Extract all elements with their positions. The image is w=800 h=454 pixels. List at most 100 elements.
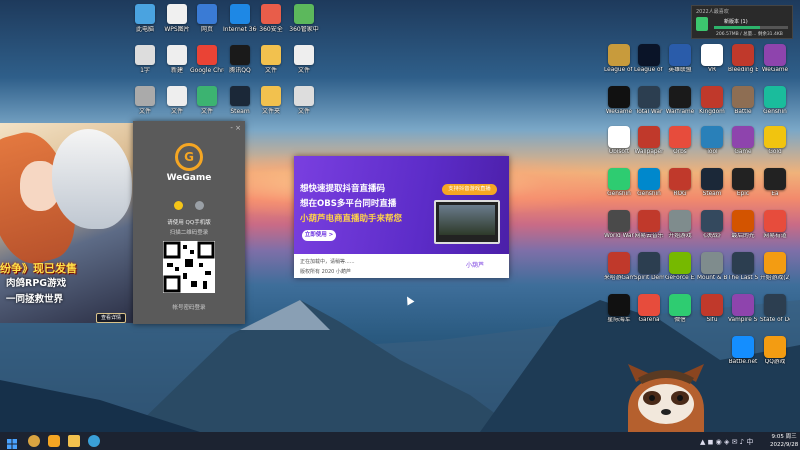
download-notification[interactable]: 2022人最喜欢 新版本 (1) 206.57MB / 总量... 剩余31.4… bbox=[691, 5, 793, 39]
desktop-icon[interactable]: ROG bbox=[665, 168, 695, 198]
desktop-icon[interactable]: GeForce Experience bbox=[665, 252, 695, 282]
desktop-icon[interactable]: Genshin bbox=[760, 86, 790, 116]
desktop-icon-label: 网页 bbox=[200, 26, 213, 33]
desktop-icon[interactable]: Orbs bbox=[665, 126, 695, 156]
desktop-icon[interactable]: 文件 bbox=[160, 86, 194, 115]
desktop-icon[interactable]: Epic bbox=[728, 168, 758, 198]
desktop-icon[interactable]: 《决战》 bbox=[697, 210, 727, 240]
desktop-icon[interactable]: Genshin bbox=[634, 168, 664, 198]
app-icon bbox=[167, 45, 187, 65]
desktop-icon[interactable]: Google Chrome bbox=[190, 45, 224, 74]
desktop-icon[interactable]: Genshin bbox=[604, 168, 634, 198]
desktop-icon[interactable]: 360管家中 bbox=[287, 4, 321, 33]
desktop-icon[interactable]: WeGame bbox=[760, 44, 790, 74]
desktop-icon-label: QQ游戏 bbox=[764, 359, 786, 365]
desktop-icon[interactable]: 文件 bbox=[287, 86, 321, 115]
desktop-icon[interactable]: Vampire Survivors bbox=[728, 294, 758, 324]
desktop-icon[interactable]: State of Decay 2 bbox=[760, 294, 790, 324]
desktop-icon[interactable]: 1字 bbox=[128, 45, 162, 74]
banner-details-button[interactable]: 查看详情 bbox=[96, 313, 126, 323]
qq-icon[interactable] bbox=[174, 201, 184, 210]
desktop-icon[interactable]: Internet 3600浏览 bbox=[223, 4, 257, 33]
desktop-icon[interactable]: WeGame bbox=[604, 86, 634, 116]
app-icon bbox=[608, 210, 630, 232]
loading-text: 正在加载中，请稍等...... bbox=[300, 259, 355, 265]
app-icon bbox=[764, 86, 786, 108]
desktop-icon[interactable]: 文件 bbox=[287, 45, 321, 74]
app-icon bbox=[197, 4, 217, 24]
desktop-icon[interactable]: Mount & Blade bbox=[697, 252, 727, 282]
desktop-icon[interactable]: 最后的光 bbox=[728, 210, 758, 240]
notification-name: 新版本 (1) bbox=[724, 19, 748, 25]
desktop-icon[interactable]: Ea bbox=[760, 168, 790, 198]
app-icon bbox=[230, 45, 250, 65]
app-icon bbox=[701, 44, 723, 66]
desktop-icon[interactable]: 英雄联盟 bbox=[665, 44, 695, 74]
desktop-icon[interactable]: VR bbox=[697, 44, 727, 74]
app-icon bbox=[638, 294, 660, 316]
desktop-icon-label: Vampire Survivors bbox=[728, 317, 758, 323]
desktop-icon[interactable]: 网页 bbox=[190, 4, 224, 33]
desktop-icon[interactable]: 微信 bbox=[665, 294, 695, 324]
desktop-icon[interactable]: 星际海军 bbox=[604, 294, 634, 324]
app-icon bbox=[638, 168, 660, 190]
desktop-icon[interactable]: Total War bbox=[634, 86, 664, 116]
desktop-icon[interactable]: 腾讯QQ bbox=[223, 45, 257, 74]
desktop-icon[interactable]: Ubisoft bbox=[604, 126, 634, 156]
desktop-icon[interactable]: Spirit Demons bbox=[634, 252, 664, 282]
desktop-icon[interactable]: Garena bbox=[634, 294, 664, 324]
desktop-icon[interactable]: Tool bbox=[697, 126, 727, 156]
tray-icons[interactable]: ▲ ◼ ◉ ◈ ✉ ♪ 中 bbox=[700, 437, 753, 447]
wegame-login-window[interactable]: - × G WeGame 请使用 QQ手机版 扫描二维码登录 帐号密码登录 bbox=[133, 121, 245, 324]
desktop-icon[interactable]: 新建 bbox=[160, 45, 194, 74]
desktop-icon[interactable]: Steam bbox=[697, 168, 727, 198]
desktop-icon[interactable]: The Last Stand bbox=[728, 252, 758, 282]
desktop-icon[interactable]: Battle.net bbox=[728, 336, 758, 366]
taskbar-folder-icon[interactable] bbox=[68, 435, 80, 447]
taskbar-app-icon-2[interactable] bbox=[88, 435, 100, 447]
desktop-icon[interactable]: 360安全 bbox=[254, 4, 288, 33]
desktop-icon[interactable]: Wallpaper bbox=[634, 126, 664, 156]
desktop-icon[interactable]: WPS图片 bbox=[160, 4, 194, 33]
start-button[interactable] bbox=[6, 435, 18, 449]
desktop-icon[interactable]: 网易云音乐 bbox=[634, 210, 664, 240]
login-hint-2: 扫描二维码登录 bbox=[169, 230, 209, 236]
desktop-icon-label: Genshin bbox=[763, 109, 787, 115]
desktop-icon[interactable]: Kingdom bbox=[697, 86, 727, 116]
desktop-icon[interactable]: 开始游戏(2) bbox=[760, 252, 790, 282]
taskbar-wegame-icon[interactable] bbox=[48, 435, 60, 447]
desktop-icon[interactable]: QQ游戏 bbox=[760, 336, 790, 366]
desktop-icon[interactable]: 文件 bbox=[128, 86, 162, 115]
desktop-icon[interactable]: 文件夹 bbox=[254, 86, 288, 115]
desktop-icon[interactable]: Sifu bbox=[697, 294, 727, 324]
desktop-icon[interactable]: 文件 bbox=[254, 45, 288, 74]
live-stream-ad-popup[interactable]: 想快速提取抖音直播码 想在OBS多平台同时直播 小葫芦电商直播助手来帮您 立即使… bbox=[294, 156, 509, 278]
use-now-button[interactable]: 立即使用 > bbox=[302, 230, 336, 241]
desktop-icon[interactable]: Steam bbox=[223, 86, 257, 115]
desktop-icon[interactable]: 开始游戏 bbox=[665, 210, 695, 240]
window-controls[interactable]: - × bbox=[133, 121, 245, 135]
desktop-icon[interactable]: Warframe bbox=[665, 86, 695, 116]
taskbar-app-icon[interactable] bbox=[28, 435, 40, 447]
banner-title: 纷争》现已发售 bbox=[0, 262, 77, 275]
taskbar-clock[interactable]: 9:05 周三 2022/9/28 bbox=[770, 433, 798, 449]
desktop-icon[interactable]: 文件 bbox=[190, 86, 224, 115]
desktop-icon[interactable]: League of Legends bbox=[604, 44, 634, 74]
password-login-link[interactable]: 帐号密码登录 bbox=[133, 303, 245, 311]
desktop-icon[interactable]: 网易有道 bbox=[760, 210, 790, 240]
desktop-icon[interactable]: League of Legends bbox=[634, 44, 664, 74]
desktop-icon[interactable]: World War bbox=[604, 210, 634, 240]
desktop-icon-label: Garena bbox=[638, 317, 660, 323]
desktop-icon-label: Internet 3600浏览 bbox=[223, 26, 257, 33]
desktop-icon[interactable]: Battle bbox=[728, 86, 758, 116]
desktop-icon[interactable]: Gold bbox=[760, 126, 790, 156]
game-ad-banner[interactable]: 纷争》现已发售 肉鸽RPG游戏 一同拯救世界 查看详情 bbox=[0, 123, 136, 323]
desktop-icon[interactable]: Bleeding Edge bbox=[728, 44, 758, 74]
desktop-icon[interactable]: 此电脑 bbox=[128, 4, 162, 33]
desktop-icon[interactable]: Game bbox=[728, 126, 758, 156]
progress-fill bbox=[714, 26, 760, 29]
desktop-icon[interactable]: 米哈游Game bbox=[604, 252, 634, 282]
desktop-icon-label: 文件 bbox=[264, 67, 277, 74]
app-icon bbox=[701, 294, 723, 316]
wechat-icon[interactable] bbox=[194, 201, 204, 210]
